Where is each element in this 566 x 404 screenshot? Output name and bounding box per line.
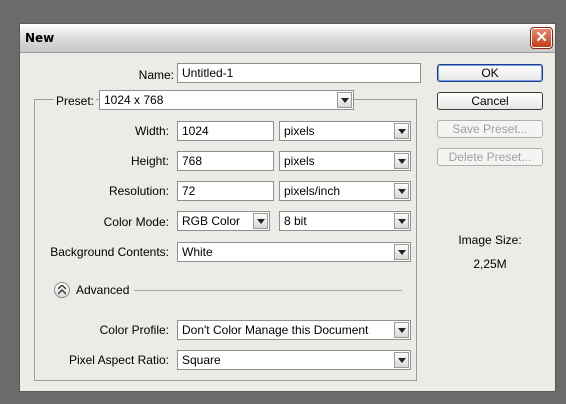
bit-depth-select[interactable]: 8 bit <box>279 211 411 231</box>
pixel-aspect-ratio-select[interactable]: Square <box>177 350 411 370</box>
resolution-input[interactable]: 72 <box>177 181 274 201</box>
preset-value: 1024 x 768 <box>104 93 164 107</box>
advanced-toggle-button[interactable] <box>54 282 70 298</box>
color-profile-value: Don't Color Manage this Document <box>182 323 369 337</box>
new-document-dialog: New ✕ Name: Untitled-1 Preset: 1024 x 76… <box>19 23 556 392</box>
background-contents-label: Background Contents: <box>50 245 169 259</box>
height-label: Height: <box>130 154 169 168</box>
advanced-label: Advanced <box>76 283 130 297</box>
chevron-down-icon[interactable] <box>394 322 409 338</box>
chevron-down-icon[interactable] <box>394 183 409 199</box>
cancel-button[interactable]: Cancel <box>437 92 543 110</box>
color-profile-select[interactable]: Don't Color Manage this Document <box>177 320 411 340</box>
ok-button[interactable]: OK <box>437 64 543 82</box>
resolution-label: Resolution: <box>108 184 169 198</box>
image-size-value: 2,25M <box>473 257 507 271</box>
resolution-unit-value: pixels/inch <box>284 184 341 198</box>
color-mode-select[interactable]: RGB Color <box>177 211 270 231</box>
chevron-down-icon[interactable] <box>394 213 409 229</box>
width-label: Width: <box>134 124 169 138</box>
bit-depth-value: 8 bit <box>284 214 307 228</box>
chevron-down-icon[interactable] <box>394 123 409 139</box>
close-button[interactable]: ✕ <box>530 27 553 49</box>
background-contents-value: White <box>182 245 213 259</box>
name-label: Name: <box>138 68 174 82</box>
preset-label: Preset: <box>54 94 97 108</box>
close-icon: ✕ <box>535 29 548 46</box>
advanced-divider <box>134 290 402 291</box>
save-preset-button[interactable]: Save Preset... <box>437 120 543 138</box>
resolution-unit-select[interactable]: pixels/inch <box>279 181 411 201</box>
chevron-down-icon[interactable] <box>337 92 352 108</box>
delete-preset-button[interactable]: Delete Preset... <box>437 148 543 166</box>
width-unit-select[interactable]: pixels <box>279 121 411 141</box>
height-unit-value: pixels <box>284 154 315 168</box>
chevron-down-icon[interactable] <box>394 244 409 260</box>
name-input[interactable]: Untitled-1 <box>177 63 421 83</box>
width-input[interactable]: 1024 <box>177 121 274 141</box>
color-mode-label: Color Mode: <box>103 215 169 229</box>
image-size-label: Image Size: <box>458 233 522 247</box>
preset-select[interactable]: 1024 x 768 <box>99 90 354 110</box>
title-bar[interactable]: New ✕ <box>20 24 555 53</box>
height-input[interactable]: 768 <box>177 151 274 171</box>
chevron-down-icon[interactable] <box>394 153 409 169</box>
width-unit-value: pixels <box>284 124 315 138</box>
pixel-aspect-ratio-label: Pixel Aspect Ratio: <box>68 353 169 367</box>
color-mode-value: RGB Color <box>182 214 241 228</box>
height-unit-select[interactable]: pixels <box>279 151 411 171</box>
color-profile-label: Color Profile: <box>99 323 169 337</box>
chevron-down-icon[interactable] <box>253 213 268 229</box>
dialog-title: New <box>25 31 55 45</box>
background-contents-select[interactable]: White <box>177 242 411 262</box>
pixel-aspect-ratio-value: Square <box>182 353 221 367</box>
chevron-down-icon[interactable] <box>394 352 409 368</box>
